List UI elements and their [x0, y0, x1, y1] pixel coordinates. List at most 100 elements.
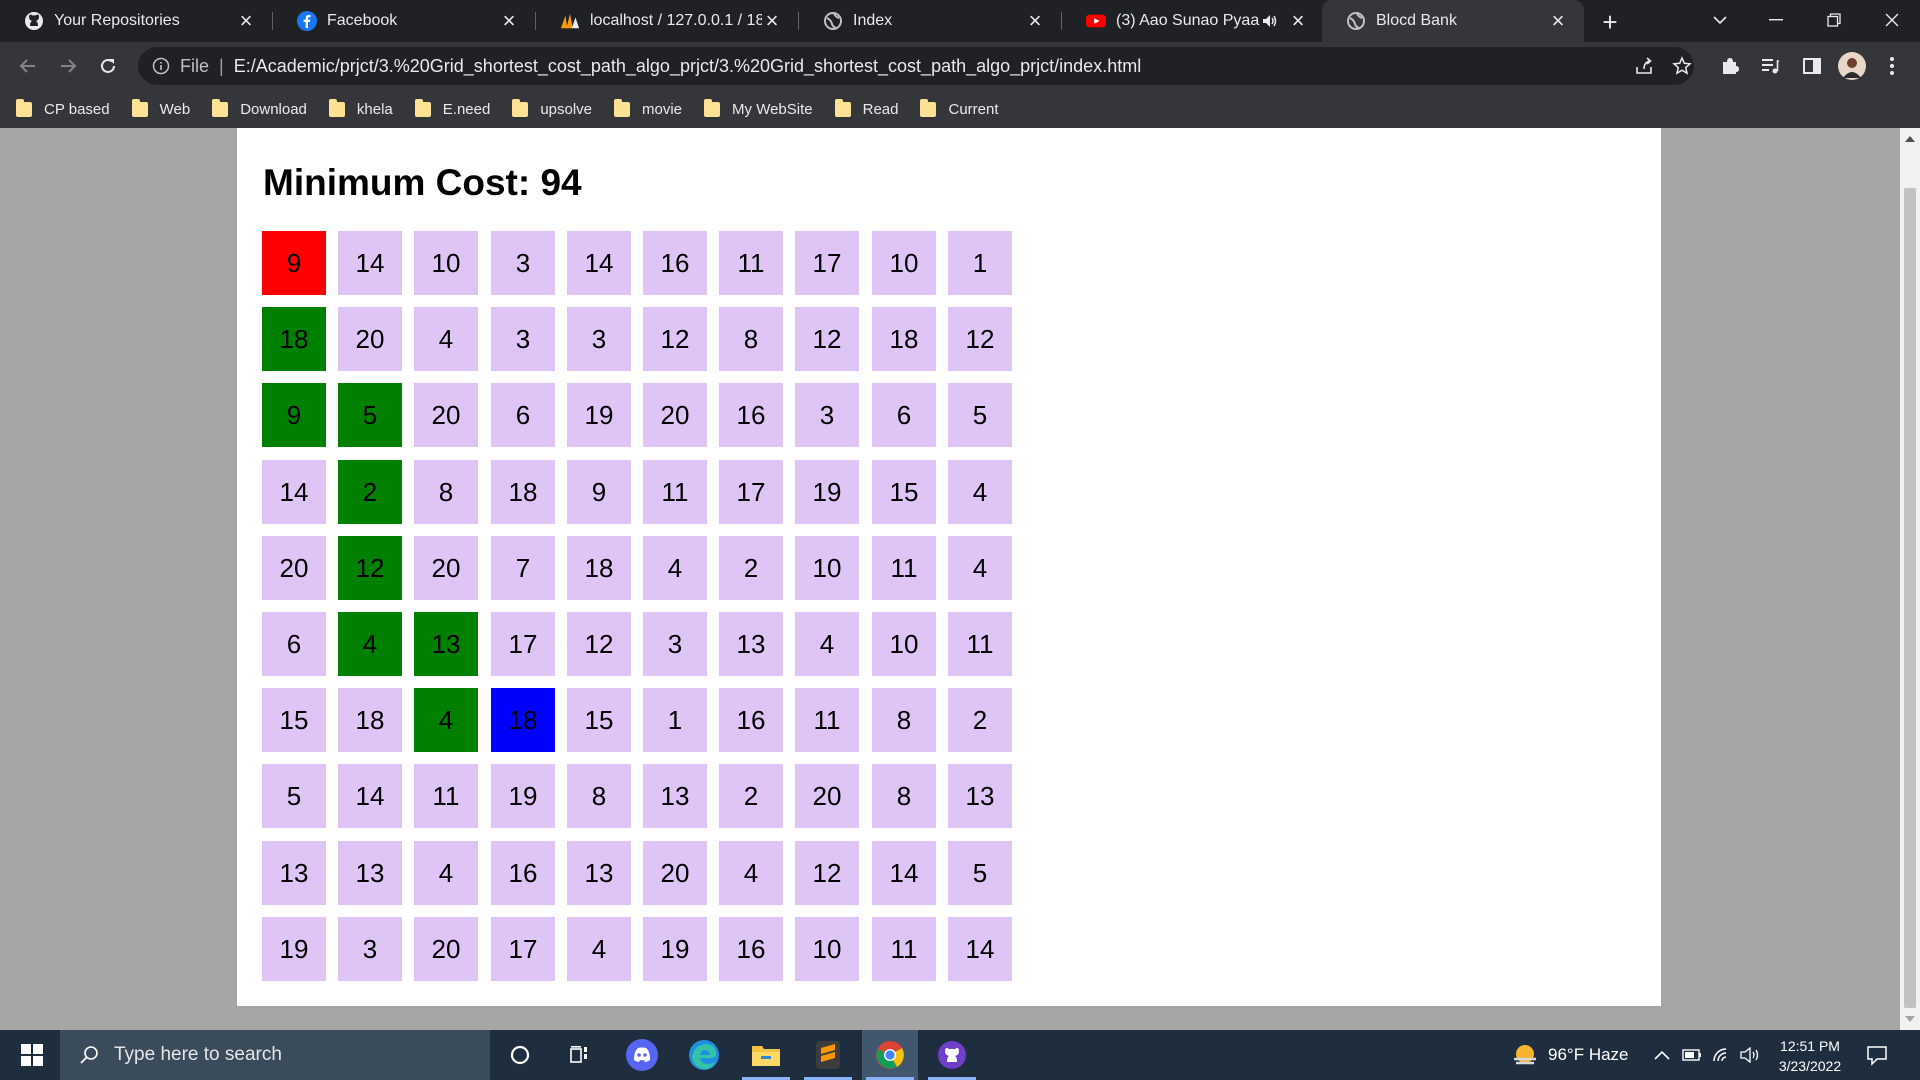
grid-cell[interactable]: 13 [719, 612, 783, 676]
grid-cell[interactable]: 12 [643, 307, 707, 371]
url-text[interactable]: E:/Academic/prjct/3.%20Grid_shortest_cos… [234, 56, 1142, 77]
minimize-button[interactable] [1748, 0, 1804, 40]
grid-cell[interactable]: 12 [795, 841, 859, 905]
grid-cell[interactable]: 14 [872, 841, 936, 905]
tab-blocd-bank[interactable]: Blocd Bank × [1322, 0, 1584, 42]
grid-cell[interactable]: 6 [872, 383, 936, 447]
tab-your-repositories[interactable]: Your Repositories × [0, 0, 272, 42]
bookmark-star-button[interactable] [1666, 50, 1698, 82]
grid-cell[interactable]: 2 [948, 688, 1012, 752]
share-button[interactable] [1628, 50, 1660, 82]
bookmark-folder[interactable]: E.need [414, 98, 490, 118]
grid-cell-path[interactable]: 9 [262, 383, 326, 447]
grid-cell[interactable]: 15 [262, 688, 326, 752]
profile-button[interactable] [1836, 50, 1868, 82]
tab-localhost[interactable]: localhost / 127.0.0.1 / 18cse × [536, 0, 798, 42]
taskbar-search-box[interactable]: Type here to search [60, 1030, 490, 1080]
grid-cell[interactable]: 19 [491, 764, 555, 828]
grid-cell[interactable]: 7 [491, 536, 555, 600]
bookmark-folder[interactable]: Current [920, 98, 999, 118]
grid-cell[interactable]: 1 [948, 231, 1012, 295]
grid-cell[interactable]: 11 [948, 612, 1012, 676]
grid-cell[interactable]: 16 [719, 383, 783, 447]
edge-button[interactable] [676, 1030, 732, 1080]
grid-cell[interactable]: 17 [491, 917, 555, 981]
vertical-scrollbar[interactable] [1900, 128, 1920, 1030]
close-window-button[interactable] [1864, 0, 1920, 40]
grid-cell[interactable]: 3 [491, 231, 555, 295]
close-tab-icon[interactable]: × [1548, 10, 1568, 32]
cortana-button[interactable] [492, 1030, 548, 1080]
close-tab-icon[interactable]: × [1288, 10, 1308, 32]
grid-cell[interactable]: 4 [414, 841, 478, 905]
discord-button[interactable] [614, 1030, 670, 1080]
grid-cell[interactable]: 3 [338, 917, 402, 981]
grid-cell[interactable]: 20 [414, 917, 478, 981]
grid-cell[interactable]: 11 [872, 917, 936, 981]
grid-cell[interactable]: 14 [262, 460, 326, 524]
close-tab-icon[interactable]: × [499, 10, 519, 32]
wifi-icon[interactable] [1712, 1047, 1732, 1063]
sublime-text-button[interactable] [800, 1030, 856, 1080]
grid-cell[interactable]: 20 [414, 383, 478, 447]
grid-cell[interactable]: 11 [872, 536, 936, 600]
close-tab-icon[interactable]: × [762, 10, 782, 32]
github-desktop-button[interactable] [924, 1030, 980, 1080]
grid-cell[interactable]: 2 [719, 764, 783, 828]
grid-cell[interactable]: 20 [643, 841, 707, 905]
grid-cell[interactable]: 15 [872, 460, 936, 524]
grid-cell[interactable]: 3 [643, 612, 707, 676]
grid-cell[interactable]: 19 [795, 460, 859, 524]
grid-cell[interactable]: 15 [567, 688, 631, 752]
file-explorer-button[interactable] [738, 1030, 794, 1080]
grid-cell-path[interactable]: 5 [338, 383, 402, 447]
grid-cell[interactable]: 3 [567, 307, 631, 371]
grid-cell[interactable]: 14 [567, 231, 631, 295]
start-button[interactable] [8, 1030, 56, 1080]
grid-cell-path[interactable]: 2 [338, 460, 402, 524]
side-panel-button[interactable] [1796, 50, 1828, 82]
grid-cell[interactable]: 2 [719, 536, 783, 600]
grid-cell[interactable]: 10 [872, 612, 936, 676]
grid-cell-path[interactable]: 13 [414, 612, 478, 676]
bookmark-folder[interactable]: Download [212, 98, 307, 118]
grid-cell[interactable]: 4 [795, 612, 859, 676]
grid-cell[interactable]: 4 [414, 307, 478, 371]
grid-cell[interactable]: 6 [491, 383, 555, 447]
grid-cell[interactable]: 8 [872, 764, 936, 828]
grid-cell[interactable]: 18 [872, 307, 936, 371]
grid-cell[interactable]: 4 [719, 841, 783, 905]
grid-cell[interactable]: 20 [795, 764, 859, 828]
grid-cell[interactable]: 11 [414, 764, 478, 828]
grid-cell[interactable]: 17 [795, 231, 859, 295]
bookmark-folder[interactable]: My WebSite [704, 98, 813, 118]
grid-cell[interactable]: 5 [948, 841, 1012, 905]
grid-cell[interactable]: 9 [567, 460, 631, 524]
grid-cell[interactable]: 6 [262, 612, 326, 676]
close-tab-icon[interactable]: × [1025, 10, 1045, 32]
grid-cell[interactable]: 10 [795, 536, 859, 600]
grid-cell[interactable]: 13 [262, 841, 326, 905]
grid-cell[interactable]: 10 [872, 231, 936, 295]
tab-youtube[interactable]: (3) Aao Sunao Pyaar Ki × [1062, 0, 1324, 42]
volume-icon[interactable] [1740, 1047, 1762, 1063]
grid-cell[interactable]: 14 [338, 764, 402, 828]
grid-cell[interactable]: 17 [491, 612, 555, 676]
grid-cell[interactable]: 16 [719, 688, 783, 752]
grid-cell[interactable]: 8 [719, 307, 783, 371]
action-center-button[interactable] [1866, 1030, 1888, 1080]
grid-cell[interactable]: 11 [795, 688, 859, 752]
grid-cell-path[interactable]: 4 [414, 688, 478, 752]
grid-cell[interactable]: 10 [795, 917, 859, 981]
grid-cell[interactable]: 4 [948, 460, 1012, 524]
grid-cell[interactable]: 13 [338, 841, 402, 905]
grid-cell[interactable]: 13 [567, 841, 631, 905]
weather-widget[interactable]: 96°F Haze [1512, 1030, 1629, 1080]
grid-cell[interactable]: 16 [491, 841, 555, 905]
grid-cell[interactable]: 8 [872, 688, 936, 752]
bookmark-folder[interactable]: khela [328, 98, 393, 118]
tab-search-button[interactable] [1692, 0, 1748, 40]
grid-cell-path[interactable]: 12 [338, 536, 402, 600]
taskbar-clock[interactable]: 12:51 PM 3/23/2022 [1770, 1036, 1850, 1076]
bookmark-folder[interactable]: movie [614, 98, 682, 118]
